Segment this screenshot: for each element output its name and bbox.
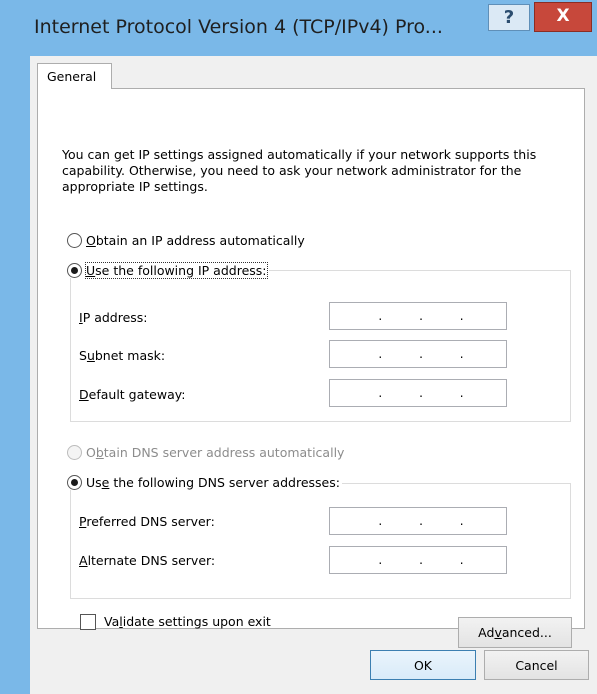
cancel-button-label: Cancel xyxy=(515,657,558,673)
tab-general-label: General xyxy=(47,69,97,84)
close-button[interactable]: X xyxy=(534,2,592,32)
radio-obtain-ip-auto-label: Obtain an IP address automatically xyxy=(86,233,305,248)
default-gateway-input[interactable]: ... xyxy=(329,379,507,407)
description-text: You can get IP settings assigned automat… xyxy=(62,147,537,194)
help-icon: ? xyxy=(503,7,515,28)
advanced-button[interactable]: Advanced... xyxy=(458,617,572,648)
ip-octet-separator: . xyxy=(419,386,423,400)
tab-general[interactable]: General xyxy=(37,63,112,89)
ip-octet-separator: . xyxy=(378,553,383,567)
radio-use-following-dns[interactable]: Use the following DNS server addresses: xyxy=(67,475,342,490)
ip-octet-separator: . xyxy=(459,553,464,567)
ip-octet-separator: . xyxy=(459,514,464,528)
radio-checked-icon[interactable] xyxy=(67,475,82,490)
subnet-mask-label: Subnet mask: xyxy=(79,348,166,363)
radio-obtain-ip-auto[interactable]: Obtain an IP address automatically xyxy=(67,233,305,248)
default-gateway-label: Default gateway: xyxy=(79,387,186,402)
radio-obtain-dns-auto[interactable]: Obtain DNS server address automatically xyxy=(67,445,344,460)
title-bar[interactable]: Internet Protocol Version 4 (TCP/IPv4) P… xyxy=(0,0,597,56)
ok-button[interactable]: OK xyxy=(370,650,476,680)
ip-octet-separator: . xyxy=(378,514,383,528)
ip-octet-separator: . xyxy=(459,347,464,361)
radio-use-following-dns-label: Use the following DNS server addresses: xyxy=(86,475,340,490)
help-button[interactable]: ? xyxy=(488,4,530,31)
radio-use-following-ip-label: Use the following IP address: xyxy=(85,262,268,279)
validate-label[interactable]: Validate settings upon exit xyxy=(104,614,271,629)
ip-address-label: IP address: xyxy=(79,310,148,325)
alternate-dns-input[interactable]: ... xyxy=(329,546,507,574)
ip-octet-separator: . xyxy=(378,386,383,400)
radio-obtain-dns-auto-label: Obtain DNS server address automatically xyxy=(86,445,345,460)
general-panel: You can get IP settings assigned automat… xyxy=(37,88,585,648)
preferred-dns-input[interactable]: ... xyxy=(329,507,507,535)
close-icon: X xyxy=(556,6,570,26)
ip-octet-separator: . xyxy=(419,514,423,528)
dialog-client: General You can get IP settings assigned… xyxy=(30,56,597,694)
cancel-button[interactable]: Cancel xyxy=(484,650,589,680)
alternate-dns-label: Alternate DNS server: xyxy=(79,553,216,568)
dialog-window: Internet Protocol Version 4 (TCP/IPv4) P… xyxy=(0,0,597,694)
ip-octet-separator: . xyxy=(419,309,423,323)
radio-use-following-ip[interactable]: Use the following IP address: xyxy=(67,262,269,279)
advanced-button-label: Advanced... xyxy=(478,625,552,640)
ip-octet-separator: . xyxy=(378,347,383,361)
ip-address-input[interactable]: ... xyxy=(329,302,507,330)
radio-checked-icon[interactable] xyxy=(67,263,82,278)
subnet-mask-input[interactable]: ... xyxy=(329,340,507,368)
window-title: Internet Protocol Version 4 (TCP/IPv4) P… xyxy=(34,16,443,38)
ip-octet-separator: . xyxy=(459,386,464,400)
radio-disabled-icon[interactable] xyxy=(67,445,82,460)
radio-icon[interactable] xyxy=(67,233,82,248)
ip-octet-separator: . xyxy=(459,309,464,323)
ok-button-label: OK xyxy=(413,657,433,673)
ip-octet-separator: . xyxy=(378,309,383,323)
dns-settings-group xyxy=(70,483,571,599)
validate-checkbox[interactable] xyxy=(80,614,96,630)
ip-octet-separator: . xyxy=(419,347,423,361)
preferred-dns-label: Preferred DNS server: xyxy=(79,514,215,529)
ip-octet-separator: . xyxy=(419,553,423,567)
